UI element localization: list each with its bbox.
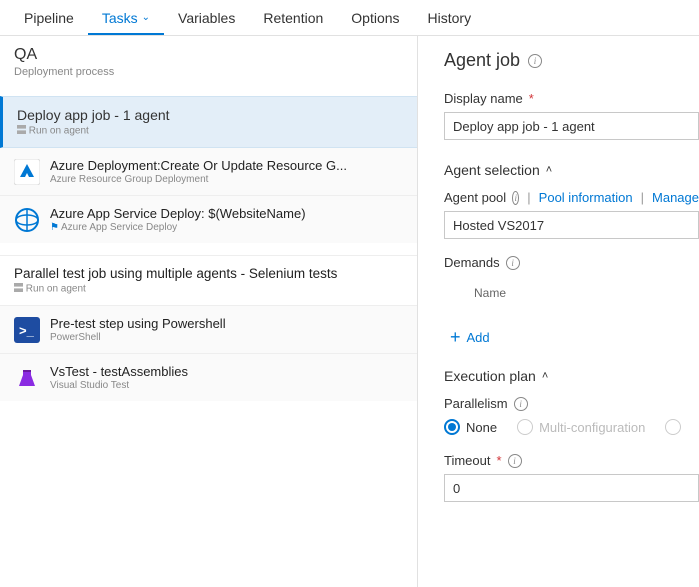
- radio-partial[interactable]: [665, 419, 691, 435]
- vstest-icon: [14, 365, 40, 391]
- agent-job-group-1[interactable]: Deploy app job - 1 agent Run on agent: [0, 96, 417, 148]
- radio-none[interactable]: None: [444, 419, 497, 435]
- task-vstest[interactable]: VsTest - testAssemblies Visual Studio Te…: [0, 354, 417, 401]
- panel-title: Agent job i: [444, 50, 699, 71]
- group-title: Deploy app job - 1 agent: [17, 107, 403, 123]
- task-sub: ⚑Azure App Service Deploy: [50, 222, 306, 233]
- task-title: Azure Deployment:Create Or Update Resour…: [50, 158, 347, 173]
- powershell-icon: >_: [14, 317, 40, 343]
- display-name-label: Display name*: [444, 91, 699, 106]
- agent-pool-select[interactable]: [444, 211, 699, 239]
- group-sub: Run on agent: [17, 125, 403, 137]
- parallelism-label: Parallelism i: [444, 396, 699, 411]
- pool-information-link[interactable]: Pool information: [539, 190, 633, 205]
- plus-icon: +: [450, 328, 461, 346]
- info-icon[interactable]: i: [508, 454, 522, 468]
- tab-history[interactable]: History: [414, 0, 486, 35]
- chevron-down-icon: ⌄: [142, 12, 150, 23]
- tab-options[interactable]: Options: [337, 0, 413, 35]
- chevron-up-icon: ˄: [542, 370, 548, 382]
- demands-column-name: Name: [444, 276, 699, 304]
- timeout-label: Timeout* i: [444, 453, 699, 468]
- info-icon[interactable]: i: [512, 191, 519, 205]
- tab-row: Pipeline Tasks ⌄ Variables Retention Opt…: [0, 0, 699, 36]
- task-sub: Azure Resource Group Deployment: [50, 174, 347, 185]
- timeout-input[interactable]: [444, 474, 699, 502]
- tab-tasks[interactable]: Tasks ⌄: [88, 0, 164, 35]
- stage-header[interactable]: QA Deployment process: [0, 36, 417, 86]
- task-sub: PowerShell: [50, 332, 226, 343]
- execution-plan-header[interactable]: Execution plan˄: [444, 368, 699, 384]
- demands-label: Demands i: [444, 255, 699, 270]
- task-app-service-deploy[interactable]: Azure App Service Deploy: $(WebsiteName)…: [0, 196, 417, 243]
- task-sub: Visual Studio Test: [50, 380, 188, 391]
- stage-sub: Deployment process: [14, 66, 403, 78]
- info-icon[interactable]: i: [514, 397, 528, 411]
- add-demand-button[interactable]: + Add: [444, 328, 699, 346]
- agent-pool-label: Agent pool: [444, 190, 506, 205]
- radio-multi-configuration[interactable]: Multi-configuration: [517, 419, 645, 435]
- manage-link[interactable]: Manage: [652, 190, 699, 205]
- app-service-icon: [14, 207, 40, 233]
- agent-pool-row: Agent pool i | Pool information | Manage: [444, 190, 699, 205]
- server-icon: [14, 283, 23, 295]
- azure-icon: [14, 159, 40, 185]
- flag-icon: ⚑: [50, 222, 59, 233]
- task-powershell[interactable]: >_ Pre-test step using Powershell PowerS…: [0, 306, 417, 354]
- display-name-input[interactable]: [444, 112, 699, 140]
- task-title: VsTest - testAssemblies: [50, 364, 188, 379]
- tab-tasks-label: Tasks: [102, 10, 138, 26]
- task-title: Pre-test step using Powershell: [50, 316, 226, 331]
- info-icon[interactable]: i: [506, 256, 520, 270]
- tab-variables[interactable]: Variables: [164, 0, 249, 35]
- tab-retention[interactable]: Retention: [249, 0, 337, 35]
- svg-text:>_: >_: [19, 323, 35, 338]
- group-title: Parallel test job using multiple agents …: [14, 266, 403, 281]
- agent-selection-header[interactable]: Agent selection˄: [444, 162, 699, 178]
- task-title: Azure App Service Deploy: $(WebsiteName): [50, 206, 306, 221]
- stage-name: QA: [14, 46, 403, 64]
- details-pane: Agent job i Display name* Agent selectio…: [418, 36, 699, 587]
- task-azure-deployment[interactable]: Azure Deployment:Create Or Update Resour…: [0, 148, 417, 196]
- chevron-up-icon: ˄: [546, 164, 552, 176]
- agent-job-group-2[interactable]: Parallel test job using multiple agents …: [0, 255, 417, 306]
- tab-pipeline[interactable]: Pipeline: [10, 0, 88, 35]
- info-icon[interactable]: i: [528, 54, 542, 68]
- task-list-pane: QA Deployment process Deploy app job - 1…: [0, 36, 418, 587]
- server-icon: [17, 125, 26, 137]
- group-sub: Run on agent: [14, 283, 403, 295]
